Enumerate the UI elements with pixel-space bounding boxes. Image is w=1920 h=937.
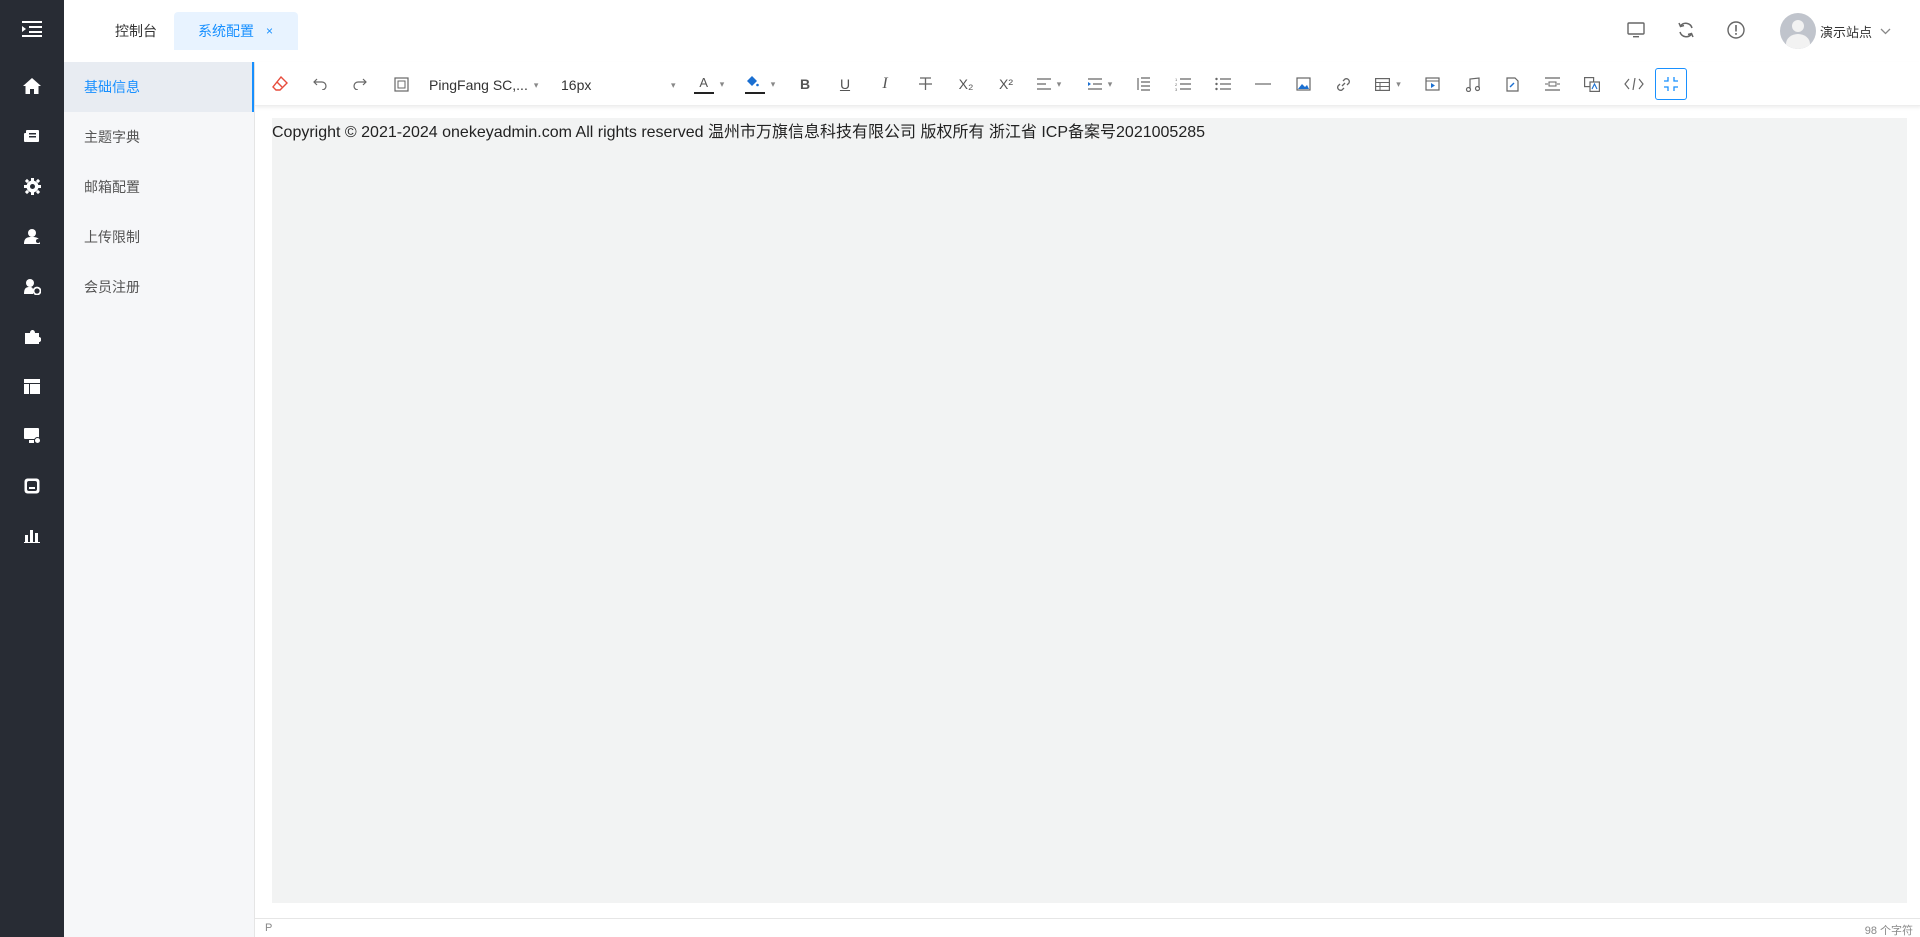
left-nav-rail [0,0,64,937]
submenu-item-email-config[interactable]: 邮箱配置 [64,162,254,212]
editor-paragraph[interactable]: Copyright © 2021-2024 onekeyadmin.com Al… [272,123,1907,143]
indent-button[interactable]: ▾ [1082,71,1118,97]
character-count: 98 个字符 [1864,925,1913,937]
close-icon[interactable]: × [266,24,273,38]
translate-icon[interactable] [1581,71,1603,97]
page-break-icon[interactable] [1541,71,1563,97]
user-icon[interactable] [0,216,64,256]
underline-button[interactable]: U [834,71,856,97]
font-color-button[interactable]: A ▾ [691,71,727,97]
editor-toolbar: PingFang SC,... ▾ 16px ▾ A ▾ ▾ B U I X₂ … [255,62,1920,106]
gear-icon[interactable] [0,166,64,206]
source-code-icon[interactable] [1621,71,1647,97]
layout-icon[interactable] [0,366,64,406]
submenu-item-member-register[interactable]: 会员注册 [64,262,254,312]
chevron-down-icon [1880,22,1891,40]
menu-fold-icon[interactable] [0,0,64,58]
news-icon[interactable] [0,116,64,156]
background-color-button[interactable]: ▾ [742,71,778,97]
italic-button[interactable]: I [874,71,896,97]
top-header: 控制台 系统配置 × 演示站点 [64,0,1920,62]
font-family-value: PingFang SC,... [429,77,528,93]
image-icon[interactable] [1292,71,1314,97]
submenu-item-label: 基础信息 [84,79,140,95]
caret-down-icon: ▾ [770,78,776,89]
user-settings-icon[interactable] [0,266,64,306]
fullscreen-exit-button[interactable] [1655,68,1687,100]
submenu-item-basic-info[interactable]: 基础信息 [64,62,254,112]
superscript-button[interactable]: X² [993,71,1019,97]
subscript-button[interactable]: X₂ [953,71,979,97]
font-family-select[interactable]: PingFang SC,... ▾ [429,75,547,95]
rich-text-editor: PingFang SC,... ▾ 16px ▾ A ▾ ▾ B U I X₂ … [254,62,1920,937]
bold-button[interactable]: B [794,71,816,97]
bullet-list-icon[interactable] [1212,71,1234,97]
tab-system-config[interactable]: 系统配置 × [174,12,298,50]
eraser-icon[interactable] [269,71,291,97]
submenu-item-theme-dictionary[interactable]: 主题字典 [64,112,254,162]
caret-down-icon: ▾ [719,78,725,89]
font-size-select[interactable]: 16px ▾ [561,75,681,95]
app-icon[interactable] [0,466,64,506]
submenu-item-upload-limit[interactable]: 上传限制 [64,212,254,262]
editor-content-area[interactable]: Copyright © 2021-2024 onekeyadmin.com Al… [272,118,1907,903]
caret-down-icon: ▾ [671,79,676,90]
caret-down-icon: ▾ [1107,78,1113,89]
attachment-icon[interactable] [1501,71,1523,97]
submenu-item-label: 会员注册 [84,279,140,295]
tab-console[interactable]: 控制台 [96,12,176,50]
line-height-icon[interactable] [1132,71,1154,97]
caret-down-icon: ▾ [1396,78,1401,89]
select-all-icon[interactable] [390,71,412,97]
undo-icon[interactable] [309,71,331,97]
avatar [1780,13,1816,49]
user-name: 演示站点 [1820,24,1873,40]
redo-icon[interactable] [349,71,371,97]
submenu-item-label: 主题字典 [84,129,140,145]
submenu-item-label: 邮箱配置 [84,179,140,195]
plugin-icon[interactable] [0,316,64,356]
element-path[interactable]: P [265,922,272,934]
tab-label: 控制台 [115,23,157,39]
paint-bucket-icon [744,74,765,94]
strikethrough-icon[interactable] [914,71,936,97]
monitor-icon[interactable] [1624,18,1648,42]
tab-label: 系统配置 [198,23,254,39]
link-icon[interactable] [1332,71,1354,97]
ordered-list-icon[interactable]: 123 [1172,71,1194,97]
editor-statusbar: P 98 个字符 [255,918,1920,937]
user-menu[interactable]: 演示站点 [1780,13,1891,49]
config-submenu: 基础信息 主题字典 邮箱配置 上传限制 会员注册 [64,62,254,937]
video-icon[interactable] [1421,71,1443,97]
table-icon[interactable]: ▾ [1371,71,1405,97]
refresh-icon[interactable] [1674,18,1698,42]
caret-down-icon: ▾ [1056,78,1062,89]
bar-chart-icon[interactable] [0,516,64,556]
font-color-letter: A [693,74,714,94]
align-button[interactable]: ▾ [1031,71,1067,97]
font-size-value: 16px [561,77,592,93]
svg-text:3: 3 [1175,87,1178,91]
music-icon[interactable] [1461,71,1483,97]
monitor-icon[interactable] [0,416,64,456]
home-icon[interactable] [0,66,64,106]
caret-down-icon: ▾ [533,79,539,90]
horizontal-rule-icon[interactable] [1252,71,1274,97]
submenu-item-label: 上传限制 [84,229,140,245]
info-icon[interactable] [1724,18,1748,42]
